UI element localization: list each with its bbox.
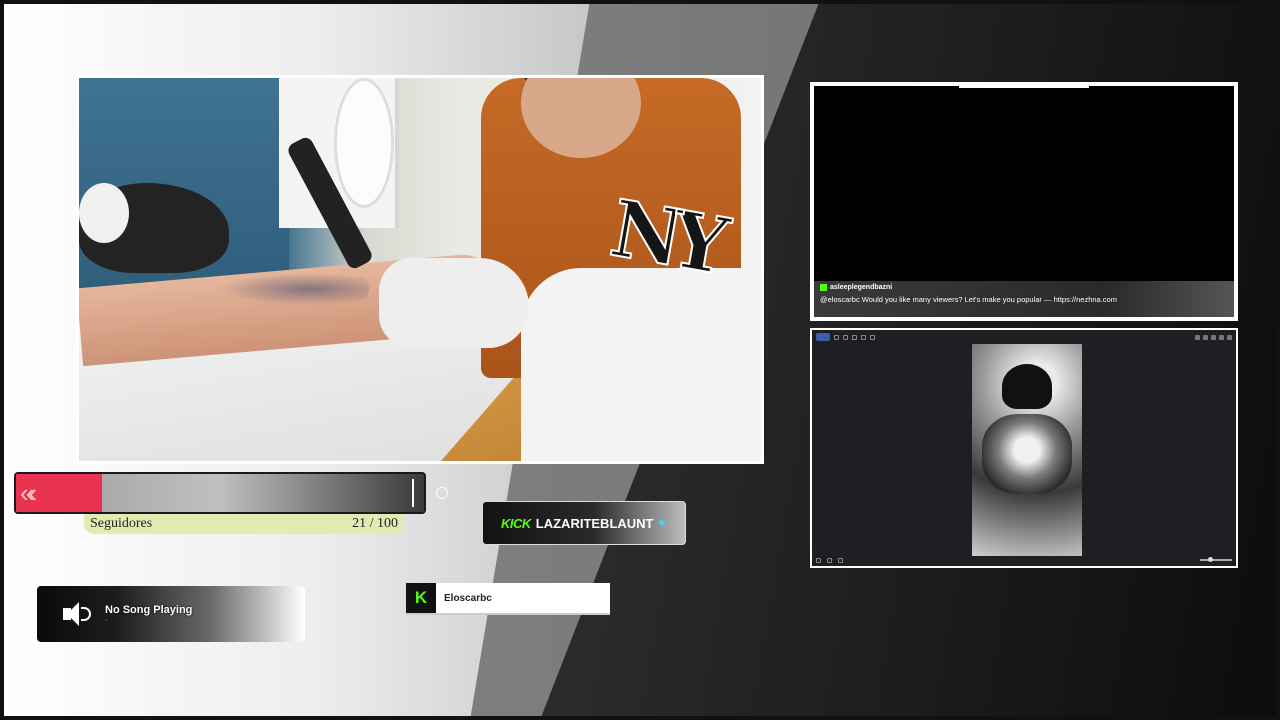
follower-goal-bar: «‹ — [14, 472, 448, 514]
heart-icon: ♥ — [658, 516, 666, 530]
latest-follower-name: Eloscarbc — [436, 583, 610, 613]
viewer-statusbar — [812, 554, 1236, 566]
info-icon[interactable] — [1211, 334, 1216, 340]
viewer-toolbar — [812, 330, 1236, 344]
wolf — [982, 414, 1072, 494]
follower-goal-title: Seguidores — [90, 516, 153, 531]
tool-icon[interactable] — [834, 334, 839, 340]
edit-icon[interactable] — [1203, 334, 1208, 340]
tool-icon[interactable] — [852, 334, 857, 340]
kick-logo-icon: K — [406, 583, 436, 613]
webcam-feed: NY — [76, 75, 764, 464]
fan — [334, 78, 394, 208]
follower-goal-label: Seguidores 21 / 100 — [84, 514, 404, 534]
song-artist: - — [105, 615, 108, 624]
crow — [1002, 364, 1052, 409]
kick-badge-icon — [820, 284, 827, 291]
speaker-icon — [61, 600, 95, 628]
rotate-icon[interactable] — [827, 557, 832, 563]
image-viewer-window — [810, 328, 1238, 568]
zoom-slider[interactable] — [1200, 557, 1232, 562]
chat-messages: asleeplegendbazni @eloscarbc Would you l… — [814, 281, 1234, 317]
tool-icon[interactable] — [843, 334, 848, 340]
share-icon[interactable] — [1195, 334, 1200, 340]
close-icon[interactable] — [1227, 334, 1232, 340]
viewer-mode-button[interactable] — [816, 333, 830, 341]
channel-name: LAZARITEBLAUNT — [535, 515, 654, 531]
chat-message-text: @eloscarbc Would you like many viewers? … — [820, 295, 1117, 304]
now-playing-widget: No Song Playing - — [37, 586, 305, 642]
tattoo-reference-image — [972, 344, 1082, 556]
chat-panel: asleeplegendbazni @eloscarbc Would you l… — [810, 82, 1238, 321]
goal-end-icon — [436, 487, 448, 499]
channel-badge: KICK LAZARITEBLAUNT ♥ — [482, 501, 686, 545]
kick-logo-icon: KICK — [501, 515, 531, 531]
song-title: No Song Playing — [105, 604, 193, 616]
chevrons-icon: «‹ — [20, 478, 37, 508]
chat-message: asleeplegendbazni — [820, 284, 1228, 291]
glove — [379, 258, 529, 348]
tool-icon[interactable] — [870, 334, 875, 340]
more-icon[interactable] — [1219, 334, 1224, 340]
latest-follower-widget: K Eloscarbc — [406, 583, 610, 615]
follower-goal-count: 21 / 100 — [352, 516, 398, 531]
ny-logo: NY — [603, 182, 726, 292]
tattoo — [219, 273, 369, 305]
fit-icon[interactable] — [816, 557, 821, 563]
tool-icon[interactable] — [861, 334, 866, 340]
play-icon[interactable] — [838, 557, 843, 563]
chat-username: asleeplegendbazni — [830, 284, 893, 291]
